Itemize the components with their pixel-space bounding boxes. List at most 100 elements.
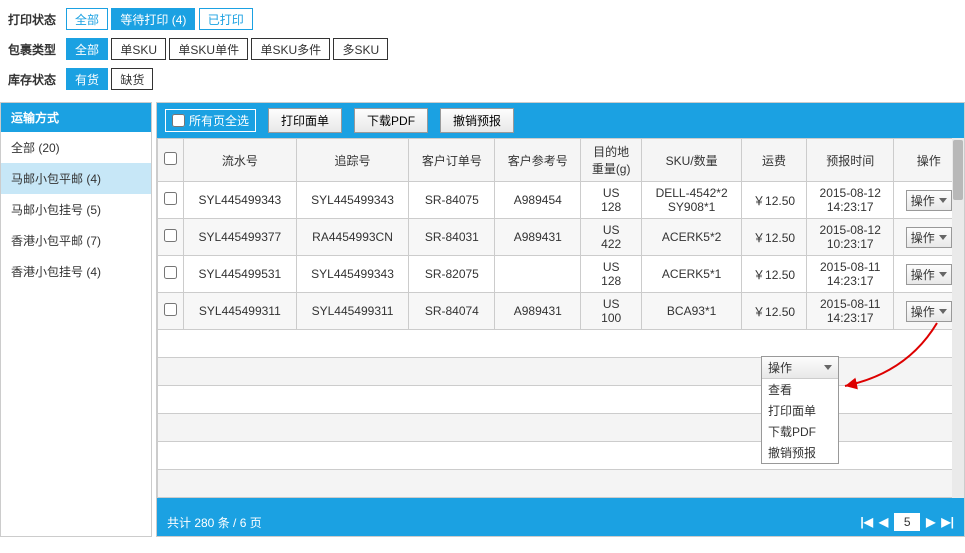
- row-checkbox[interactable]: [164, 229, 177, 242]
- filter-option[interactable]: 多SKU: [333, 38, 388, 60]
- filter-option[interactable]: 单SKU多件: [251, 38, 330, 60]
- row-checkbox[interactable]: [164, 192, 177, 205]
- table-row: SYL445499377RA4454993CNSR-84031A989431US…: [158, 219, 964, 256]
- cell: A989431: [495, 219, 581, 256]
- dropdown-item[interactable]: 打印面单: [762, 400, 838, 421]
- next-page-icon[interactable]: ▶: [926, 515, 935, 529]
- cell: ￥12.50: [742, 219, 807, 256]
- operation-button[interactable]: 操作: [906, 227, 952, 248]
- first-page-icon[interactable]: |◀: [860, 515, 873, 529]
- select-all-pages[interactable]: 所有页全选: [165, 109, 256, 132]
- cell: US128: [581, 256, 642, 293]
- cell: SYL445499343: [296, 256, 409, 293]
- filter-option[interactable]: 已打印: [199, 8, 253, 30]
- filters-panel: 打印状态 全部 等待打印 (4) 已打印 包裹类型 全部 单SKU 单SKU单件…: [0, 0, 965, 102]
- sidebar-item[interactable]: 全部 (20): [1, 132, 151, 163]
- empty-row: [158, 386, 964, 414]
- pager: 共计 280 条 / 6 页 |◀ ◀ ▶ ▶|: [157, 508, 964, 536]
- cell: SYL445499531: [184, 256, 297, 293]
- sidebar-item[interactable]: 马邮小包挂号 (5): [1, 194, 151, 225]
- chevron-down-icon: [939, 272, 947, 277]
- cell: 2015-08-1210:23:17: [806, 219, 894, 256]
- chevron-down-icon: [939, 235, 947, 240]
- header-checkbox[interactable]: [164, 152, 177, 165]
- cell: [158, 293, 184, 330]
- operation-button[interactable]: 操作: [906, 190, 952, 211]
- empty-row: [158, 470, 964, 498]
- empty-row: [158, 358, 964, 386]
- chevron-down-icon: [939, 309, 947, 314]
- cell: A989454: [495, 182, 581, 219]
- filter-label: 包裹类型: [8, 41, 56, 58]
- filter-option[interactable]: 单SKU: [111, 38, 166, 60]
- filter-option[interactable]: 等待打印 (4): [111, 8, 195, 30]
- last-page-icon[interactable]: ▶|: [941, 515, 954, 529]
- filter-option[interactable]: 单SKU单件: [169, 38, 248, 60]
- table-scroll[interactable]: 流水号追踪号客户订单号客户参考号目的地重量(g)SKU/数量运费预报时间操作 S…: [157, 138, 964, 498]
- pager-summary: 共计 280 条 / 6 页: [167, 514, 262, 531]
- cell: SYL445499311: [296, 293, 409, 330]
- sidebar-item[interactable]: 香港小包挂号 (4): [1, 256, 151, 287]
- column-header: 目的地重量(g): [581, 139, 642, 182]
- print-button[interactable]: 打印面单: [268, 108, 342, 133]
- column-header: 客户参考号: [495, 139, 581, 182]
- column-header: SKU/数量: [642, 139, 742, 182]
- cell: US128: [581, 182, 642, 219]
- content-panel: 所有页全选 打印面单 下载PDF 撤销预报 流水号追踪号客户订单号客户参考号目的…: [156, 102, 965, 537]
- operation-button[interactable]: 操作: [906, 264, 952, 285]
- sidebar-item[interactable]: 马邮小包平邮 (4): [1, 163, 151, 194]
- cancel-forecast-button[interactable]: 撤销预报: [440, 108, 514, 133]
- dropdown-item[interactable]: 撤销预报: [762, 442, 838, 463]
- cell: [158, 219, 184, 256]
- filter-package-type: 包裹类型 全部 单SKU 单SKU单件 单SKU多件 多SKU: [8, 38, 957, 60]
- vertical-scrollbar[interactable]: [952, 138, 964, 498]
- horizontal-scrollbar[interactable]: [157, 498, 964, 508]
- table-row: SYL445499531SYL445499343SR-82075 US128ACE…: [158, 256, 964, 293]
- cell: [158, 256, 184, 293]
- cell: 2015-08-1114:23:17: [806, 256, 894, 293]
- filter-option[interactable]: 全部: [66, 8, 108, 30]
- cell: US422: [581, 219, 642, 256]
- toolbar: 所有页全选 打印面单 下载PDF 撤销预报: [157, 103, 964, 138]
- empty-row: [158, 414, 964, 442]
- filter-option[interactable]: 有货: [66, 68, 108, 90]
- column-header: 流水号: [184, 139, 297, 182]
- filter-option[interactable]: 全部: [66, 38, 108, 60]
- cell: ACERK5*1: [642, 256, 742, 293]
- table-row: SYL445499343SYL445499343SR-84075A989454U…: [158, 182, 964, 219]
- cell: RA4454993CN: [296, 219, 409, 256]
- row-checkbox[interactable]: [164, 266, 177, 279]
- cell: SYL445499343: [184, 182, 297, 219]
- page-input[interactable]: [894, 513, 920, 531]
- column-header: [158, 139, 184, 182]
- scrollbar-thumb[interactable]: [953, 140, 963, 200]
- cell: 2015-08-1114:23:17: [806, 293, 894, 330]
- cell: SYL445499343: [296, 182, 409, 219]
- chevron-down-icon: [939, 198, 947, 203]
- operation-button[interactable]: 操作: [906, 301, 952, 322]
- row-checkbox[interactable]: [164, 303, 177, 316]
- download-pdf-button[interactable]: 下载PDF: [354, 108, 428, 133]
- filter-stock-status: 库存状态 有货 缺货: [8, 68, 957, 90]
- cell: US100: [581, 293, 642, 330]
- cell: ￥12.50: [742, 293, 807, 330]
- column-header: 追踪号: [296, 139, 409, 182]
- column-header: 运费: [742, 139, 807, 182]
- data-table: 流水号追踪号客户订单号客户参考号目的地重量(g)SKU/数量运费预报时间操作 S…: [157, 138, 964, 498]
- cell: ACERK5*2: [642, 219, 742, 256]
- filter-print-status: 打印状态 全部 等待打印 (4) 已打印: [8, 8, 957, 30]
- cell: SYL445499377: [184, 219, 297, 256]
- dropdown-item[interactable]: 查看: [762, 379, 838, 400]
- filter-option[interactable]: 缺货: [111, 68, 153, 90]
- chevron-down-icon: [824, 365, 832, 370]
- select-all-checkbox[interactable]: [172, 114, 185, 127]
- dropdown-toggle[interactable]: 操作: [762, 357, 838, 379]
- cell: SR-82075: [409, 256, 495, 293]
- cell: ￥12.50: [742, 182, 807, 219]
- table-row: SYL445499311SYL445499311SR-84074A989431U…: [158, 293, 964, 330]
- dropdown-item[interactable]: 下载PDF: [762, 421, 838, 442]
- cell: BCA93*1: [642, 293, 742, 330]
- filter-label: 库存状态: [8, 71, 56, 88]
- sidebar-item[interactable]: 香港小包平邮 (7): [1, 225, 151, 256]
- prev-page-icon[interactable]: ◀: [879, 515, 888, 529]
